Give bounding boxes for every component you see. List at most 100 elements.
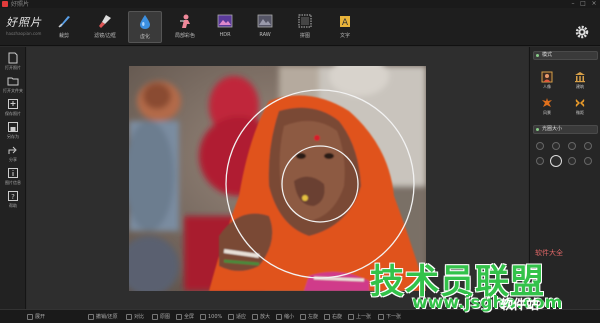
sidebar-item-label: 打开照片 <box>5 65 21 70</box>
aperture-option[interactable] <box>584 142 592 150</box>
tool-text-label: 文字 <box>339 33 350 39</box>
original-button[interactable]: 原图 <box>152 313 170 321</box>
save-as-icon <box>8 122 18 132</box>
watermark-tail: 软件站 <box>500 298 540 313</box>
zoom-in-icon <box>252 314 258 320</box>
maximize-button[interactable]: □ <box>578 0 588 8</box>
aperture-option[interactable] <box>568 142 576 150</box>
mode-section-title: 模式 <box>542 52 553 58</box>
sidebar-item-save[interactable]: 保存照片 <box>2 97 24 119</box>
tool-crop[interactable]: 裁剪 <box>47 11 81 43</box>
tool-hdr-label: HDR <box>219 32 231 38</box>
aperture-option[interactable] <box>536 157 544 165</box>
zoom-out-button[interactable]: 缩小 <box>276 313 294 321</box>
tool-brush-label: 滤镜/边框 <box>94 33 116 39</box>
sidebar-item-label: 保存照片 <box>5 111 21 116</box>
zoom-icon <box>200 314 206 320</box>
tool-frame-label: 拼图 <box>299 33 310 39</box>
tool-raw[interactable]: RAW <box>248 11 282 43</box>
folder-icon <box>7 77 19 86</box>
sidebar-item-info[interactable]: 图片信息 <box>2 166 24 188</box>
tool-hdr[interactable]: HDR <box>208 11 242 43</box>
logo-brand: 好照片 <box>6 16 42 29</box>
macro-icon <box>575 99 585 107</box>
expand-button[interactable]: 展开 <box>27 313 45 321</box>
sidebar-item-share[interactable]: 分享 <box>2 143 24 165</box>
compare-button[interactable]: 对比 <box>126 313 144 321</box>
mode-section-header[interactable]: 模式 <box>533 51 598 60</box>
rotate-left-button[interactable]: 左旋 <box>300 313 318 321</box>
mode-label: 风景 <box>543 110 551 115</box>
water-drop-icon <box>140 15 150 29</box>
window-title: 好照片 <box>11 1 30 8</box>
sidebar-item-open-folder[interactable]: 打开文件夹 <box>2 74 24 96</box>
mode-macro[interactable]: 微距 <box>570 97 590 119</box>
tool-text[interactable]: A 文字 <box>328 11 362 43</box>
zoom-out-icon <box>276 314 282 320</box>
prev-icon <box>348 314 354 320</box>
fullscreen-icon <box>176 314 182 320</box>
fit-icon <box>228 314 234 320</box>
status-label: 对比 <box>134 314 145 320</box>
sidebar-item-label: 帮助 <box>9 203 17 208</box>
status-label: 缩小 <box>284 314 295 320</box>
mode-label: 建筑 <box>576 84 584 89</box>
next-photo-button[interactable]: 下一张 <box>378 313 401 321</box>
aperture-section-header[interactable]: 光圈大小 <box>533 125 598 134</box>
status-label: 撤销/还原 <box>96 314 118 320</box>
aperture-option[interactable] <box>584 157 592 165</box>
undo-button[interactable]: 撤销/还原 <box>88 313 118 321</box>
zoom-in-button[interactable]: 放大 <box>252 313 270 321</box>
main-toolbar: 好照片 haozhaopian.com 裁剪 滤镜/边框 虚化 局部彩色 HDR… <box>0 8 600 46</box>
save-icon <box>8 99 18 109</box>
tool-blur[interactable]: 虚化 <box>128 11 162 43</box>
rotate-right-button[interactable]: 右旋 <box>324 313 342 321</box>
sidebar-item-help[interactable]: ? 帮助 <box>2 189 24 211</box>
figure-icon <box>180 14 190 28</box>
left-sidebar: 打开照片 打开文件夹 保存照片 另存为 分享 图片信息 ? 帮助 <box>0 47 26 309</box>
status-label: 左旋 <box>308 314 319 320</box>
knife-icon <box>58 16 70 28</box>
prev-photo-button[interactable]: 上一张 <box>348 313 371 321</box>
zoom-100-button[interactable]: 100% <box>200 313 222 321</box>
hdr-icon <box>217 14 233 28</box>
aperture-option[interactable] <box>568 157 576 165</box>
status-label: 下一张 <box>386 314 402 320</box>
title-bar: 好照片 – □ × <box>0 0 600 8</box>
gear-icon[interactable] <box>574 24 590 40</box>
tool-frame[interactable]: 拼图 <box>288 11 322 43</box>
tool-color[interactable]: 局部彩色 <box>168 11 202 43</box>
svg-text:A: A <box>342 18 349 28</box>
status-label: 全屏 <box>184 314 195 320</box>
undo-icon <box>88 314 94 320</box>
building-icon <box>575 72 585 83</box>
landscape-icon <box>542 98 552 107</box>
close-button[interactable]: × <box>589 0 599 8</box>
sidebar-item-label: 另存为 <box>7 134 19 139</box>
portrait-icon <box>541 71 553 83</box>
mode-label: 人像 <box>543 84 551 89</box>
aperture-option-selected[interactable] <box>550 155 562 167</box>
mode-portrait[interactable]: 人像 <box>537 71 557 93</box>
sidebar-item-save-as[interactable]: 另存为 <box>2 120 24 142</box>
fit-button[interactable]: 适应 <box>228 313 246 321</box>
tool-brush[interactable]: 滤镜/边框 <box>88 11 122 43</box>
mode-landscape[interactable]: 风景 <box>537 97 557 119</box>
section-dot-icon <box>536 128 539 131</box>
status-label: 右旋 <box>332 314 343 320</box>
frame-icon <box>298 14 312 28</box>
sidebar-item-open-photo[interactable]: 打开照片 <box>2 51 24 73</box>
aperture-option[interactable] <box>536 142 544 150</box>
fullscreen-button[interactable]: 全屏 <box>176 313 194 321</box>
minimize-button[interactable]: – <box>568 0 578 8</box>
sidebar-item-label: 分享 <box>9 157 17 162</box>
tool-crop-label: 裁剪 <box>58 33 69 39</box>
info-icon <box>8 168 18 178</box>
tool-raw-label: RAW <box>259 32 271 38</box>
aperture-option[interactable] <box>552 142 560 150</box>
watermark-url: www.jsgho.com <box>412 293 563 313</box>
mode-building[interactable]: 建筑 <box>570 71 590 93</box>
help-icon: ? <box>8 191 18 201</box>
logo-subtitle: haozhaopian.com <box>6 31 42 36</box>
status-label: 上一张 <box>356 314 372 320</box>
